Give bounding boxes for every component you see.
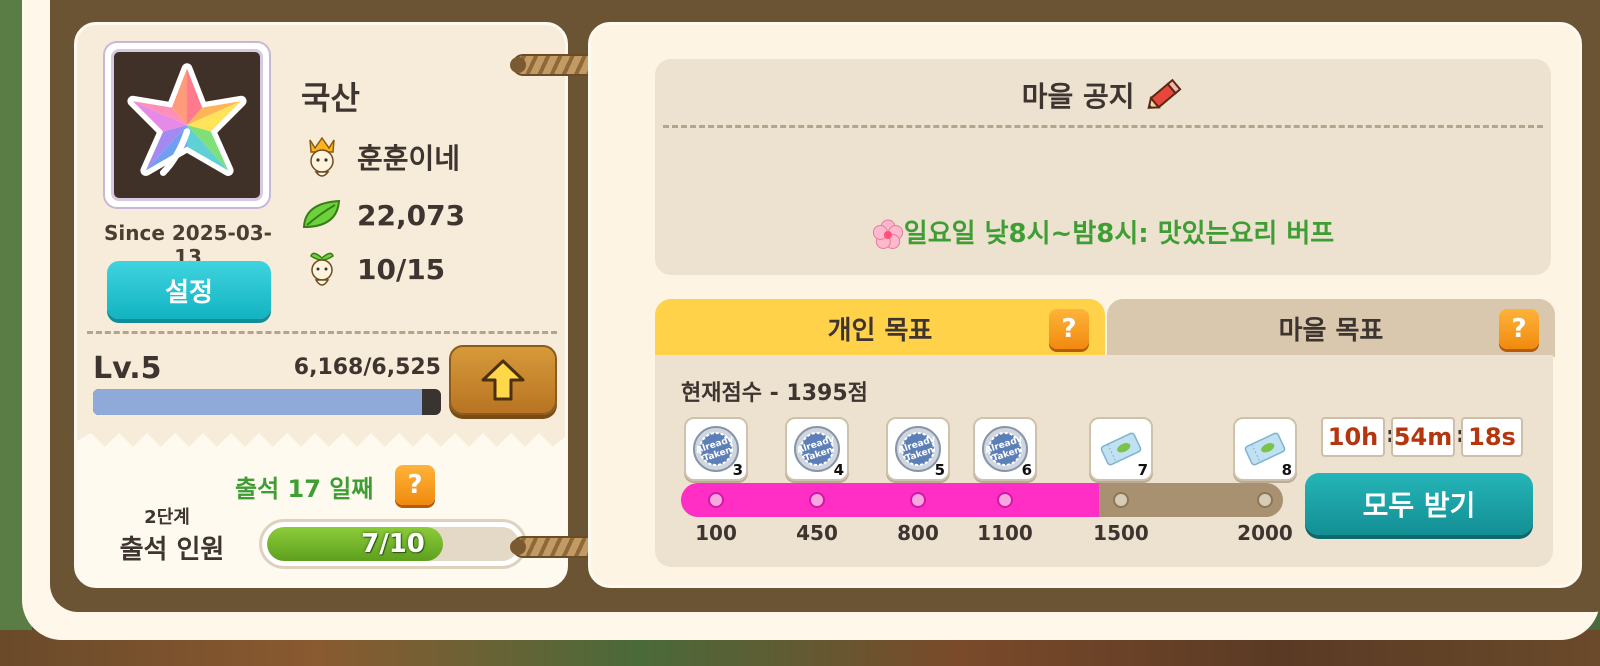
timer-hours: 10h: [1321, 417, 1385, 457]
score-progress-fill: [681, 483, 1099, 517]
personal-goal-panel: 현재점수 - 1395점 Already Taken 3 Already Taken 4 A…: [655, 355, 1553, 567]
village-goals-page: 마을 공지 일요일 낮8시~밤8시: 맛있는요리 버프 개인 목표 ? 마을 목…: [588, 22, 1582, 588]
green-leaf-icon: [301, 194, 343, 236]
reward-ticket[interactable]: 7: [1089, 417, 1153, 481]
milestone-label: 100: [695, 521, 737, 545]
notice-divider: [663, 125, 1543, 128]
leader-name: 훈훈이네: [357, 142, 461, 175]
milestone-dot: [811, 494, 823, 506]
attendance-help-button[interactable]: ?: [395, 465, 435, 505]
milestone-dot: [1259, 494, 1271, 506]
score-progress-track: [681, 483, 1283, 517]
current-score: 현재점수 - 1395점: [681, 381, 868, 406]
reward-ticket[interactable]: 8: [1233, 417, 1297, 481]
milestone-dot: [999, 494, 1011, 506]
timer-minutes: 54m: [1391, 417, 1455, 457]
reward-count: 3: [732, 461, 743, 479]
leaves-count: 22,073: [357, 198, 466, 232]
attendance-stage: 2단계: [144, 507, 190, 528]
reward-count: 7: [1137, 461, 1148, 479]
milestone-label: 2000: [1237, 521, 1293, 545]
notice-title-text: 마을 공지: [1021, 80, 1135, 113]
village-name: 국산: [301, 79, 360, 117]
tab-village-label: 마을 목표: [1278, 315, 1384, 346]
milestone-label: 1500: [1093, 521, 1149, 545]
notice-title: 마을 공지: [655, 75, 1551, 115]
milestone-label: 1100: [977, 521, 1033, 545]
milestone-label: 450: [796, 521, 838, 545]
attendance-label: 출석 인원: [119, 535, 225, 565]
attendance-bar: 7/10: [259, 519, 527, 569]
reward-count: 4: [833, 461, 844, 479]
settings-button[interactable]: 설정: [107, 261, 271, 319]
village-info-book: Since 2025-03-13 설정 국산 훈훈이네 22,073 10/15…: [22, 0, 1600, 640]
pencil-edit-icon[interactable]: [1144, 77, 1184, 113]
notice-box: 마을 공지 일요일 낮8시~밤8시: 맛있는요리 버프: [655, 59, 1551, 275]
milestone-dot: [710, 494, 722, 506]
attendance-track: 7/10: [267, 527, 519, 561]
exp-bar: [93, 389, 441, 415]
attendance-count: 7/10: [361, 529, 425, 559]
members-row: 10/15: [301, 247, 445, 291]
reward-count: 6: [1021, 461, 1032, 479]
arrow-up-icon: [481, 359, 525, 401]
village-emblem-frame: [105, 43, 269, 207]
crown-leader-icon: [301, 136, 343, 178]
village-level: Lv.5: [93, 351, 162, 386]
tab-personal-goal[interactable]: 개인 목표: [655, 299, 1105, 357]
reward-count: 5: [934, 461, 945, 479]
members-count: 10/15: [357, 252, 446, 286]
reward-count: 8: [1281, 461, 1292, 479]
notice-message: 일요일 낮8시~밤8시: 맛있는요리 버프: [655, 213, 1551, 251]
reward-taken-badge[interactable]: Already Taken 4: [785, 417, 849, 481]
tab-village-goal[interactable]: 마을 목표: [1107, 299, 1555, 357]
leader-row: 훈훈이네: [301, 135, 460, 179]
village-profile-page: Since 2025-03-13 설정 국산 훈훈이네 22,073 10/15…: [74, 22, 568, 588]
milestone-dot: [912, 494, 924, 506]
village-goal-help-button[interactable]: ?: [1499, 309, 1539, 349]
member-sprout-icon: [301, 248, 343, 290]
leaves-row: 22,073: [301, 193, 465, 237]
torn-edge: [77, 433, 565, 453]
village-emblem: [111, 49, 263, 201]
exp-bar-fill: [93, 389, 422, 415]
timer-seconds: 18s: [1461, 417, 1523, 457]
milestone-label: 800: [897, 521, 939, 545]
flower-icon: [872, 219, 903, 249]
reward-taken-badge[interactable]: Already Taken 3: [684, 417, 748, 481]
reward-taken-badge[interactable]: Already Taken 5: [886, 417, 950, 481]
personal-goal-help-button[interactable]: ?: [1049, 309, 1089, 349]
rainbow-leaf-icon: [127, 63, 247, 176]
reward-taken-badge[interactable]: Already Taken 6: [973, 417, 1037, 481]
exp-text: 6,168/6,525: [293, 355, 441, 380]
level-up-button[interactable]: [449, 345, 557, 415]
tab-personal-label: 개인 목표: [827, 315, 933, 346]
notice-text: 일요일 낮8시~밤8시: 맛있는요리 버프: [903, 219, 1335, 249]
milestone-dot: [1115, 494, 1127, 506]
claim-all-button[interactable]: 모두 받기: [1305, 473, 1533, 535]
divider: [87, 331, 557, 334]
attendance-days: 출석 17 일째: [235, 475, 374, 503]
